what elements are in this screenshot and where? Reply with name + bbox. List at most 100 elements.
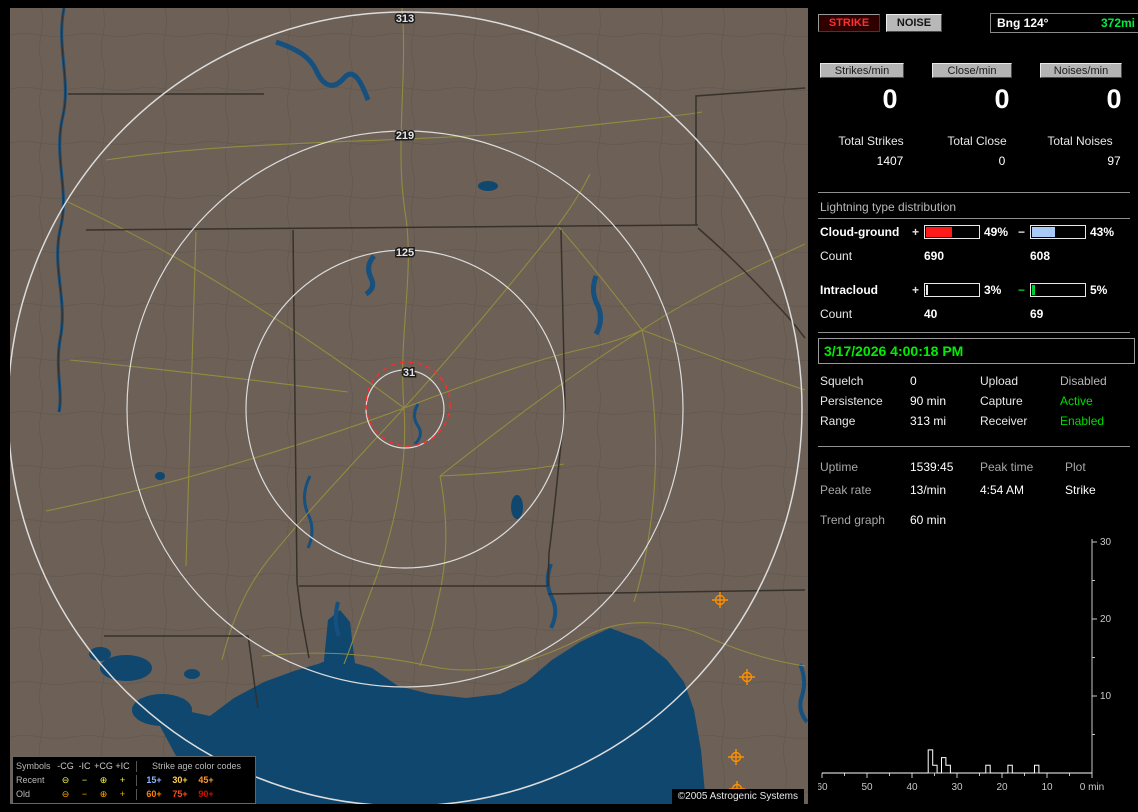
map-canvas: 313 219 125 31 [10,8,808,804]
cg-positive-pct: 49% [984,225,1009,239]
svg-text:10: 10 [1100,691,1112,702]
legend-col-pos-ic: +IC [115,761,130,771]
persistence-row: Persistence 90 min Capture Active [818,394,1130,410]
legend-col-neg-cg: -CG [57,761,74,771]
neg-cg-old-icon: ⊖ [61,789,70,799]
trend-chart: 60 50 40 30 20 10 0 min 10 20 30 [818,537,1112,793]
legend-old-row: Old ⊖ − ⊕ + 60+ 75+ 90+ [16,787,252,801]
plot-value: Strike [1065,483,1096,497]
noise-toggle-button[interactable]: NOISE [886,14,942,32]
upload-label: Upload [980,374,1019,388]
intracloud-count-row: Count 40 69 [818,307,1130,323]
total-strikes-label: Total Strikes [838,134,904,148]
cg-negative-bar [1030,225,1086,239]
squelch-label: Squelch [820,374,864,388]
svg-text:30: 30 [951,782,963,793]
ic-positive-count: 40 [924,307,938,321]
legend-divider [136,788,137,800]
count-label: Count [820,307,853,321]
persistence-value: 90 min [910,394,947,408]
bearing-range: 372mi [1100,16,1135,30]
legend-symbols-header: Symbols [16,761,51,771]
svg-text:0 min: 0 min [1080,782,1104,793]
persistence-label: Persistence [820,394,883,408]
cg-negative-count: 608 [1030,249,1051,263]
svg-text:20: 20 [1100,614,1112,625]
capture-label: Capture [980,394,1023,408]
close-per-min-chip: Close/min [932,63,1012,78]
age-75: 75+ [172,789,188,799]
pos-ic-recent-icon: + [119,775,126,785]
legend-col-pos-cg: +CG [94,761,113,771]
positive-sign: + [912,225,920,239]
uptime-value: 1539:45 [910,460,954,474]
svg-text:20: 20 [996,782,1008,793]
legend-age-header: Strike age color codes [151,761,242,771]
bearing-label: Bng 124° [997,16,1049,30]
capture-value: Active [1060,394,1093,408]
total-close-value: 0 [998,154,1006,168]
uptime-label: Uptime [820,460,859,474]
age-60: 60+ [146,789,162,799]
peak-time-label: Peak time [980,460,1034,474]
strikes-per-min-chip: Strikes/min [820,63,904,78]
legend-col-neg-ic: -IC [78,761,91,771]
legend-divider [136,760,137,772]
total-noises-label: Total Noises [1047,134,1113,148]
distribution-header: Lightning type distribution [820,200,957,214]
count-label: Count [820,249,853,263]
uptime-row: Uptime 1539:45 Peak time Plot [818,460,1130,476]
squelch-value: 0 [910,374,917,388]
negative-sign: − [1018,283,1026,297]
range-label: Range [820,414,856,428]
svg-text:60: 60 [818,782,828,793]
cloud-ground-count-row: Count 690 608 [818,249,1130,265]
cg-negative-pct: 43% [1090,225,1115,239]
legend-recent-label: Recent [16,775,45,785]
ic-negative-pct: 5% [1090,283,1108,297]
trend-graph-row: Trend graph 60 min [818,513,1130,529]
total-strikes-value: 1407 [876,154,904,168]
legend-recent-row: Recent ⊖ − ⊕ + 15+ 30+ 45+ [16,773,252,787]
peak-rate-row: Peak rate 13/min 4:54 AM Strike [818,483,1130,499]
neg-ic-old-icon: − [81,789,88,799]
trend-y-axis: 10 20 30 [1092,537,1112,735]
age-90: 90+ [198,789,214,799]
peak-rate-label: Peak rate [820,483,872,497]
svg-text:40: 40 [906,782,918,793]
intracloud-row: Intracloud + 3% − 5% [818,283,1130,299]
close-per-min-value: 0 [994,84,1010,114]
map-legend: Symbols -CG -IC +CG +IC Strike age color… [12,756,256,804]
negative-sign: − [1018,225,1026,239]
age-30: 30+ [172,775,188,785]
peak-time-value: 4:54 AM [980,483,1025,497]
legend-header-row: Symbols -CG -IC +CG +IC Strike age color… [16,759,252,773]
ring-label-219: 219 [396,130,414,142]
strikes-per-min-value: 0 [882,84,898,114]
ring-label-31: 31 [403,367,415,379]
trend-series-line [822,749,1092,774]
divider [818,446,1130,447]
ic-negative-bar [1030,283,1086,297]
neg-ic-recent-icon: − [81,775,88,785]
cloud-ground-label: Cloud-ground [820,225,900,239]
trend-x-axis: 60 50 40 30 20 10 0 min [818,773,1104,793]
ic-positive-pct: 3% [984,283,1002,297]
map-view[interactable]: 313 219 125 31 Symbols -CG -IC +CG +IC S… [10,8,808,804]
age-15: 15+ [146,775,162,785]
peak-rate-value: 13/min [910,483,947,497]
ic-negative-count: 69 [1030,307,1044,321]
datetime-display: 3/17/2026 4:00:18 PM [818,338,1135,364]
cg-positive-count: 690 [924,249,945,263]
total-noises-value: 97 [1107,154,1121,168]
pos-ic-old-icon: + [119,789,126,799]
receiver-value: Enabled [1060,414,1105,428]
total-close-label: Total Close [947,134,1007,148]
strike-toggle-button[interactable]: STRIKE [818,14,880,32]
svg-text:10: 10 [1041,782,1053,793]
neg-cg-recent-icon: ⊖ [61,775,70,785]
cloud-ground-row: Cloud-ground + 49% − 43% [818,225,1130,241]
noises-per-min-value: 0 [1106,84,1122,114]
receiver-label: Receiver [980,414,1028,428]
positive-sign: + [912,283,920,297]
